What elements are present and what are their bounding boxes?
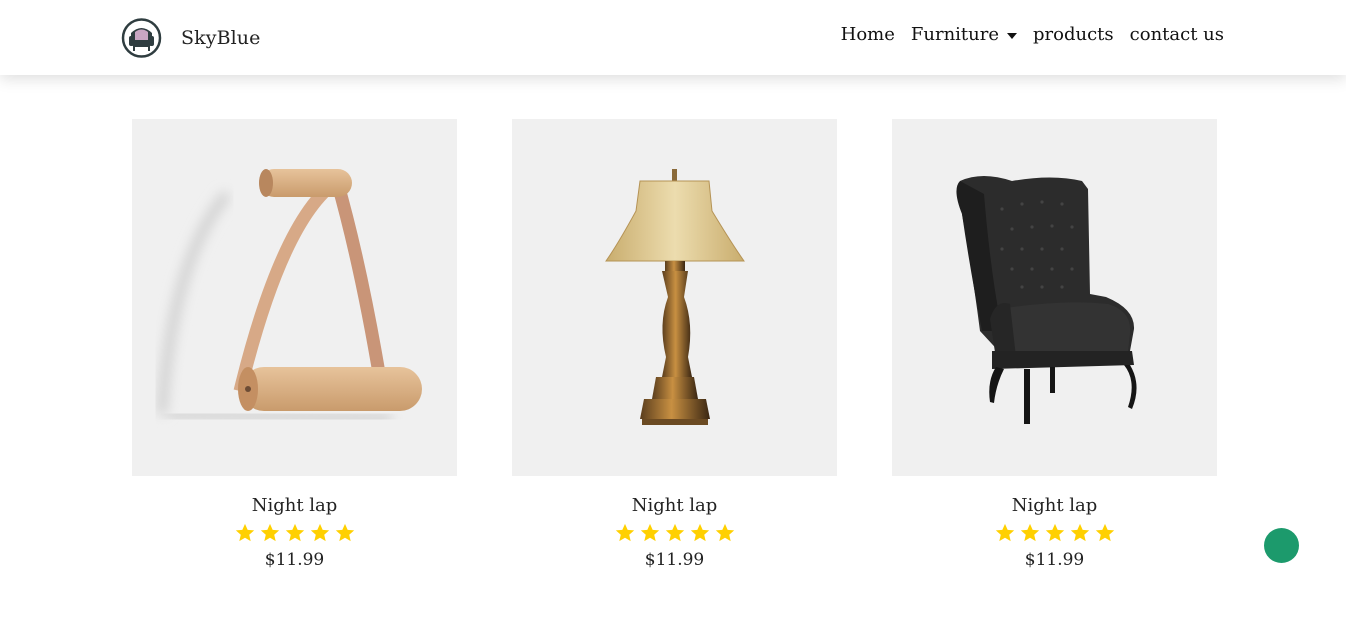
- product-image[interactable]: [892, 119, 1217, 476]
- rating-stars: [132, 522, 457, 544]
- star-icon: [260, 523, 279, 542]
- product-title[interactable]: Night lap: [512, 495, 837, 516]
- product-card[interactable]: Night lap $11.99: [892, 119, 1217, 570]
- product-title[interactable]: Night lap: [132, 495, 457, 516]
- star-icon: [640, 523, 659, 542]
- rating-stars: [512, 522, 837, 544]
- product-image[interactable]: [132, 119, 457, 476]
- product-price: $11.99: [264, 550, 325, 570]
- product-image[interactable]: [512, 119, 837, 476]
- nav-contact[interactable]: contact us: [1130, 24, 1224, 45]
- star-icon: [995, 523, 1014, 542]
- product-price: $11.99: [1024, 550, 1085, 570]
- star-icon: [1020, 523, 1039, 542]
- nav-products[interactable]: products: [1033, 24, 1114, 45]
- caret-down-icon: [1007, 32, 1018, 39]
- star-icon: [235, 523, 254, 542]
- table-lamp-image: [605, 169, 745, 425]
- armchair-image: [956, 176, 1137, 424]
- nav-home[interactable]: Home: [841, 24, 895, 45]
- nav-furniture-dropdown[interactable]: Furniture: [910, 24, 1018, 45]
- rating-stars: [892, 522, 1217, 544]
- star-icon: [665, 523, 684, 542]
- product-card[interactable]: Night lap $11.99: [512, 119, 837, 570]
- star-icon: [690, 523, 709, 542]
- star-icon: [1095, 523, 1114, 542]
- towel-holder-image: [157, 169, 422, 425]
- product-card[interactable]: Night lap $11.99: [132, 119, 457, 570]
- floating-action-button[interactable]: [1264, 528, 1299, 563]
- star-icon: [310, 523, 329, 542]
- star-icon: [285, 523, 304, 542]
- brand-name: SkyBlue: [181, 27, 261, 49]
- star-icon: [1045, 523, 1064, 542]
- product-title[interactable]: Night lap: [892, 495, 1217, 516]
- product-price: $11.99: [644, 550, 705, 570]
- armchair-logo-icon: [121, 18, 162, 58]
- brand-link[interactable]: SkyBlue: [121, 18, 260, 58]
- navbar: SkyBlue Home Furniture products contact …: [0, 0, 1346, 75]
- star-icon: [1070, 523, 1089, 542]
- star-icon: [615, 523, 634, 542]
- nav-products-label: products: [1033, 24, 1114, 45]
- nav-furniture-label: Furniture: [910, 24, 1000, 45]
- star-icon: [335, 523, 354, 542]
- nav-home-label: Home: [840, 24, 895, 45]
- star-icon: [715, 523, 734, 542]
- nav-contact-label: contact us: [1129, 24, 1224, 45]
- nav-links: Home Furniture products contact us: [825, 24, 1224, 45]
